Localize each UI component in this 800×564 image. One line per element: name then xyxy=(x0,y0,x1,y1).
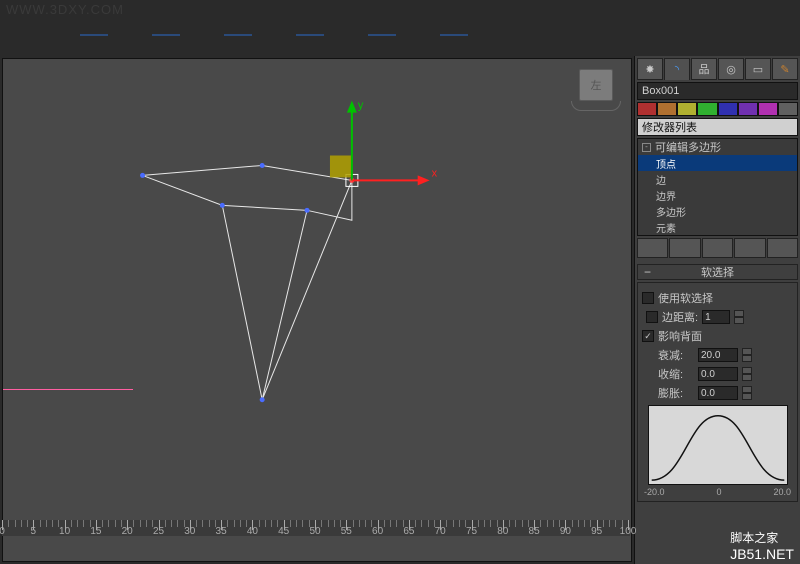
use-soft-selection-label: 使用软选择 xyxy=(658,290,713,306)
timeline-label: 45 xyxy=(278,526,289,537)
top-menu-hints xyxy=(0,34,800,38)
timeline-label: 90 xyxy=(560,526,571,537)
color-swatch[interactable] xyxy=(778,102,798,116)
color-swatch[interactable] xyxy=(697,102,717,116)
svg-text:x: x xyxy=(432,167,438,179)
stack-root[interactable]: - 可编辑多边形 xyxy=(638,139,797,155)
timeline-label: 65 xyxy=(403,526,414,537)
soft-selection-rollout-header[interactable]: − 软选择 xyxy=(637,264,798,280)
modifier-stack[interactable]: - 可编辑多边形 顶点 边 边界 多边形 元素 xyxy=(637,138,798,236)
command-panel: ✸ ◝ 品 ◎ ▭ ✎ Box001 修改器列表 - 可编辑多边形 xyxy=(634,56,800,564)
hierarchy-icon: 品 xyxy=(699,61,710,77)
timeline-label: 85 xyxy=(529,526,540,537)
scene-svg: y x xyxy=(3,59,631,561)
bubble-label: 膨胀: xyxy=(658,385,694,401)
watermark-jb51: 脚本之家 JB51.NET xyxy=(730,529,794,562)
falloff-label: 衰减: xyxy=(658,347,694,363)
pinch-spinner-arrows[interactable] xyxy=(742,367,752,381)
edge-distance-checkbox[interactable] xyxy=(646,311,658,323)
timeline-label: 5 xyxy=(31,526,37,537)
utilities-icon: ✎ xyxy=(780,63,789,76)
time-slider-ruler[interactable]: 0510152025303540455055606570758085909510… xyxy=(2,520,630,536)
timeline-label: 10 xyxy=(59,526,70,537)
stack-sub-edge[interactable]: 边 xyxy=(638,171,797,187)
bubble-spinner[interactable]: 0.0 xyxy=(698,386,738,400)
motion-icon: ◎ xyxy=(726,63,736,76)
soft-selection-rollout: 使用软选择 边距离: 1 影响背面 衰减: 20.0 收缩: 0.0 xyxy=(637,282,798,502)
display-icon: ▭ xyxy=(753,63,763,76)
timeline-label: 70 xyxy=(435,526,446,537)
utilities-tab[interactable]: ✎ xyxy=(772,58,798,80)
timeline-label: 50 xyxy=(309,526,320,537)
collapse-icon[interactable]: - xyxy=(642,143,651,152)
color-swatch[interactable] xyxy=(657,102,677,116)
edge-distance-spinner-arrows[interactable] xyxy=(734,310,744,324)
stack-sub-polygon[interactable]: 多边形 xyxy=(638,203,797,219)
viewport[interactable]: 左 y x xyxy=(2,58,632,562)
falloff-spinner[interactable]: 20.0 xyxy=(698,348,738,362)
motion-tab[interactable]: ◎ xyxy=(718,58,744,80)
color-swatch[interactable] xyxy=(738,102,758,116)
falloff-graph xyxy=(648,405,788,485)
timeline-label: 0 xyxy=(0,526,5,537)
color-swatch-row xyxy=(637,102,798,116)
use-soft-selection-checkbox[interactable] xyxy=(642,292,654,304)
stack-sub-border[interactable]: 边界 xyxy=(638,187,797,203)
affect-backfacing-label: 影响背面 xyxy=(658,328,702,344)
timeline-label: 20 xyxy=(122,526,133,537)
color-swatch[interactable] xyxy=(758,102,778,116)
bubble-spinner-arrows[interactable] xyxy=(742,386,752,400)
graph-zero-label: 0 xyxy=(716,487,721,497)
color-swatch[interactable] xyxy=(677,102,697,116)
timeline-label: 60 xyxy=(372,526,383,537)
timeline-label: 25 xyxy=(153,526,164,537)
create-tab[interactable]: ✸ xyxy=(637,58,663,80)
graph-max-label: 20.0 xyxy=(773,487,791,497)
stack-root-label: 可编辑多边形 xyxy=(655,139,721,155)
modifier-list-dropdown[interactable]: 修改器列表 xyxy=(637,118,798,136)
timeline-label: 55 xyxy=(341,526,352,537)
object-name-field[interactable]: Box001 xyxy=(637,82,798,100)
pinch-spinner[interactable]: 0.0 xyxy=(698,367,738,381)
color-swatch[interactable] xyxy=(637,102,657,116)
remove-modifier-button[interactable] xyxy=(734,238,765,258)
make-unique-button[interactable] xyxy=(702,238,733,258)
modify-tab[interactable]: ◝ xyxy=(664,58,690,80)
edge-distance-spinner[interactable]: 1 xyxy=(702,310,730,324)
configure-sets-button[interactable] xyxy=(767,238,798,258)
timeline-label: 95 xyxy=(591,526,602,537)
rollout-collapse-icon: − xyxy=(644,265,651,279)
timeline-label: 15 xyxy=(90,526,101,537)
panel-tabs: ✸ ◝ 品 ◎ ▭ ✎ xyxy=(637,58,798,80)
timeline-label: 75 xyxy=(466,526,477,537)
falloff-spinner-arrows[interactable] xyxy=(742,348,752,362)
pin-stack-button[interactable] xyxy=(637,238,668,258)
show-end-result-button[interactable] xyxy=(669,238,700,258)
create-icon: ✸ xyxy=(645,63,654,76)
pinch-label: 收缩: xyxy=(658,366,694,382)
timeline-label: 35 xyxy=(216,526,227,537)
timeline-label: 40 xyxy=(247,526,258,537)
affect-backfacing-checkbox[interactable] xyxy=(642,330,654,342)
svg-text:y: y xyxy=(358,100,364,112)
timeline-label: 30 xyxy=(184,526,195,537)
timeline-label: 100 xyxy=(620,526,637,537)
rollout-title: 软选择 xyxy=(701,264,734,280)
watermark-url: WWW.3DXY.COM xyxy=(6,2,124,17)
edge-distance-label: 边距离: xyxy=(662,309,698,325)
modify-icon: ◝ xyxy=(675,63,679,76)
stack-sub-element[interactable]: 元素 xyxy=(638,219,797,235)
display-tab[interactable]: ▭ xyxy=(745,58,771,80)
color-swatch[interactable] xyxy=(718,102,738,116)
timeline-label: 80 xyxy=(497,526,508,537)
stack-tool-buttons xyxy=(637,238,798,258)
graph-min-label: -20.0 xyxy=(644,487,665,497)
hierarchy-tab[interactable]: 品 xyxy=(691,58,717,80)
stack-sub-vertex[interactable]: 顶点 xyxy=(638,155,797,171)
